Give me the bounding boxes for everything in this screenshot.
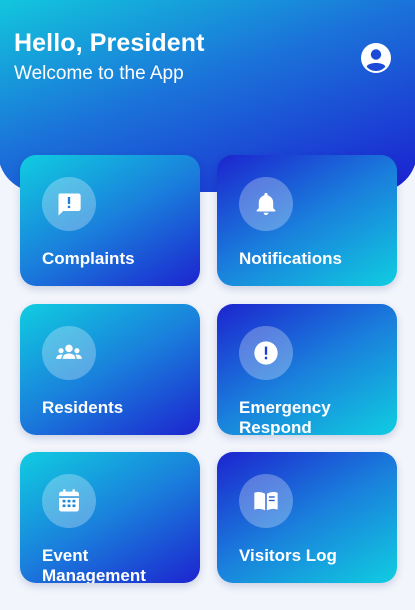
- bell-icon: [256, 192, 276, 216]
- people-icon: [56, 344, 82, 359]
- alert-circle-icon: [254, 341, 278, 365]
- visitors-icon-badge: [239, 474, 293, 528]
- emergency-respond-label: Emergency Respond: [239, 398, 331, 435]
- feedback-icon: [58, 193, 81, 216]
- residents-card[interactable]: Residents: [20, 304, 200, 435]
- notifications-label: Notifications: [239, 249, 342, 268]
- account-circle-icon: [361, 43, 391, 73]
- visitors-log-label: Visitors Log: [239, 546, 337, 565]
- residents-label: Residents: [42, 398, 124, 417]
- visitors-log-card[interactable]: Visitors Log: [217, 452, 397, 583]
- emergency-icon-badge: [239, 326, 293, 380]
- notifications-icon-badge: [239, 177, 293, 231]
- complaints-label: Complaints: [42, 249, 135, 268]
- profile-button[interactable]: [360, 42, 392, 74]
- residents-icon-badge: [42, 326, 96, 380]
- notifications-card[interactable]: Notifications: [217, 155, 397, 286]
- event-icon-badge: [42, 474, 96, 528]
- emergency-respond-card[interactable]: Emergency Respond: [217, 304, 397, 435]
- complaints-icon-badge: [42, 177, 96, 231]
- welcome-subtitle: Welcome to the App: [14, 63, 184, 84]
- greeting-title: Hello, President: [14, 29, 205, 57]
- event-management-card[interactable]: Event Management: [20, 452, 200, 583]
- book-icon: [254, 492, 278, 511]
- complaints-card[interactable]: Complaints: [20, 155, 200, 286]
- home-screen: Hello, President Welcome to the App Comp…: [0, 0, 415, 610]
- event-management-label: Event Management: [42, 546, 146, 583]
- calendar-icon: [59, 489, 79, 512]
